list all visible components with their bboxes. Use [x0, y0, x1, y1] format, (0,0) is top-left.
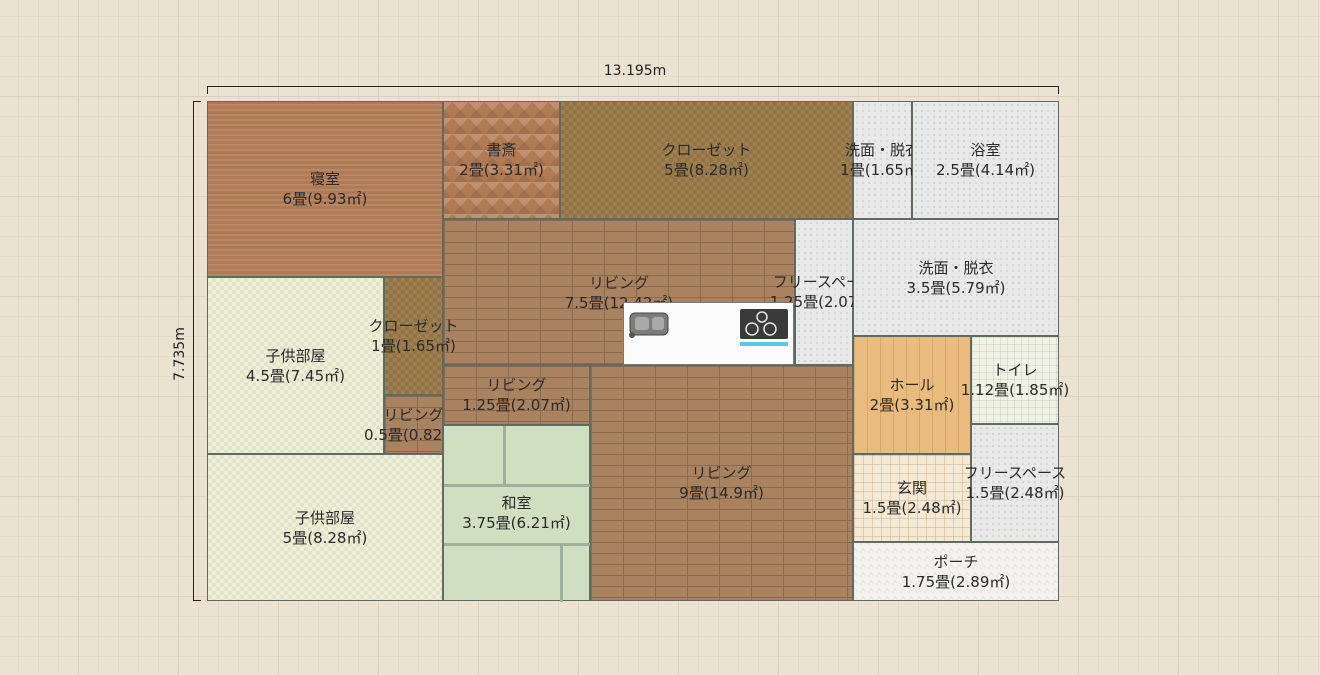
height-dimension-line	[193, 101, 201, 601]
width-dimension-label: 13.195m	[603, 63, 667, 79]
room-area: 5畳(8.28㎡)	[664, 161, 749, 179]
room-closet-small[interactable]: クローゼット 1畳(1.65㎡)	[369, 277, 459, 395]
room-area: 1畳(1.65㎡)	[371, 337, 456, 355]
room-name: 寝室	[309, 170, 340, 188]
room-living-main[interactable]: リビング 9畳(14.9㎡)	[590, 365, 853, 601]
room-free-space-upper[interactable]: フリースペース 1.25畳(2.07㎡)	[770, 219, 878, 365]
room-hall[interactable]: ホール 2畳(3.31㎡)	[853, 336, 971, 454]
room-name: 洗面・脱衣	[918, 258, 994, 277]
stove-icon	[740, 309, 788, 346]
room-area: 2.5畳(4.14㎡)	[936, 161, 1035, 179]
room-porch[interactable]: ポーチ 1.75畳(2.89㎡)	[853, 542, 1059, 601]
room-area: 4.5畳(7.45㎡)	[246, 366, 345, 385]
room-living-tiny[interactable]: リビング 0.5畳(0.82㎡)	[364, 395, 463, 454]
room-area: 9畳(14.9㎡)	[679, 484, 764, 502]
room-area: 1.25畳(2.07㎡)	[462, 396, 571, 414]
room-area: 6畳(9.93㎡)	[282, 190, 368, 208]
sink-icon	[629, 312, 669, 338]
room-name: 和室	[501, 494, 532, 512]
room-name: リビング	[691, 464, 752, 482]
room-area: 1.12畳(1.85㎡)	[960, 381, 1070, 399]
tatami-seam	[560, 543, 563, 602]
height-dimension-label: 7.735m	[172, 327, 188, 381]
room-living-small[interactable]: リビング 1.25畳(2.07㎡)	[443, 365, 590, 425]
room-name: 書斎	[486, 141, 517, 159]
room-area: 1.5畳(2.48㎡)	[862, 499, 962, 517]
room-kids-room-upper[interactable]: 子供部屋 4.5畳(7.45㎡)	[207, 277, 384, 454]
room-name: クローゼット	[661, 141, 752, 159]
tatami-seam	[444, 543, 591, 546]
room-bedroom[interactable]: 寝室 6畳(9.93㎡)	[207, 101, 443, 277]
room-name: トイレ	[992, 361, 1038, 379]
room-name: 洗面・脱衣	[845, 141, 921, 159]
width-dimension-line	[207, 86, 1059, 94]
room-toilet[interactable]: トイレ 1.12畳(1.85㎡)	[961, 336, 1069, 424]
kitchen-counter[interactable]	[623, 302, 794, 365]
room-name: ホール	[889, 376, 935, 394]
room-kids-room-lower[interactable]: 子供部屋 5畳(8.28㎡)	[207, 454, 443, 601]
room-closet-large[interactable]: クローゼット 5畳(8.28㎡)	[560, 101, 853, 219]
room-area: 2畳(3.31㎡)	[869, 396, 955, 414]
room-study[interactable]: 書斎 2畳(3.31㎡)	[443, 101, 560, 219]
tatami-seam	[503, 426, 506, 484]
room-name: 子供部屋	[265, 346, 326, 365]
room-name: リビング	[588, 274, 649, 292]
room-name: リビング	[383, 405, 444, 424]
room-free-space-lower[interactable]: フリースペース 1.5畳(2.48㎡)	[964, 424, 1066, 542]
room-japanese-room[interactable]: 和室 3.75畳(6.21㎡)	[443, 425, 591, 602]
floor-plan: 寝室 6畳(9.93㎡) 書斎 2畳(3.31㎡) クローゼット 5畳(8.28…	[207, 101, 1069, 602]
room-name: フリースペース	[963, 464, 1067, 482]
room-name: リビング	[486, 376, 547, 394]
room-name: ポーチ	[933, 552, 979, 571]
room-area: 1.5畳(2.48㎡)	[965, 484, 1065, 502]
tatami-seam	[444, 484, 591, 487]
room-washroom-small[interactable]: 洗面・脱衣 1畳(1.65㎡)	[840, 101, 925, 219]
room-name: 子供部屋	[294, 508, 355, 527]
room-area: 3.5畳(5.79㎡)	[906, 278, 1006, 297]
room-area: 1.75畳(2.89㎡)	[901, 572, 1011, 591]
room-washroom-large[interactable]: 洗面・脱衣 3.5畳(5.79㎡)	[853, 219, 1059, 336]
room-name: クローゼット	[368, 317, 459, 335]
room-name: 玄関	[896, 479, 927, 497]
room-area: 3.75畳(6.21㎡)	[462, 514, 571, 532]
room-bathroom[interactable]: 浴室 2.5畳(4.14㎡)	[912, 101, 1059, 219]
room-entrance[interactable]: 玄関 1.5畳(2.48㎡)	[853, 454, 971, 542]
room-area: 2畳(3.31㎡)	[459, 161, 544, 179]
room-name: 浴室	[970, 141, 1001, 159]
room-area: 5畳(8.28㎡)	[282, 528, 368, 547]
